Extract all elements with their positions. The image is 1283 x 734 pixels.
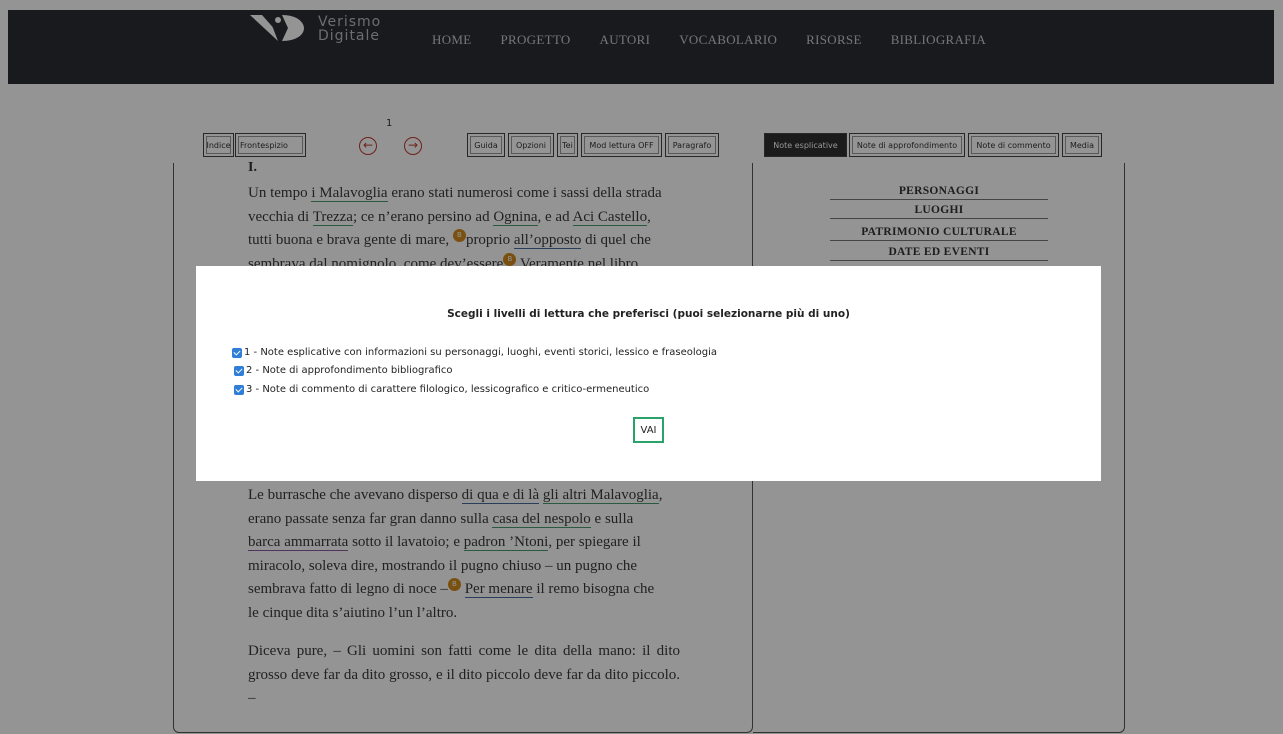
option-level-2[interactable]: 2 - Note di approfondimento bibliografic… — [234, 365, 453, 376]
vai-button[interactable]: VAI — [633, 417, 664, 443]
modal-title: Scegli i livelli di lettura che preferis… — [447, 308, 850, 320]
option-label: 2 - Note di approfondimento bibliografic… — [246, 365, 453, 376]
checkbox-checked-icon[interactable] — [234, 384, 244, 395]
option-label: 3 - Note di commento di carattere filolo… — [246, 384, 650, 395]
checkbox-checked-icon[interactable] — [232, 347, 242, 358]
checkbox-checked-icon[interactable] — [234, 365, 244, 376]
option-level-1[interactable]: 1 - Note esplicative con informazioni su… — [232, 347, 717, 358]
option-label: 1 - Note esplicative con informazioni su… — [244, 347, 718, 358]
reading-levels-modal: Scegli i livelli di lettura che preferis… — [196, 266, 1101, 481]
option-level-3[interactable]: 3 - Note di commento di carattere filolo… — [234, 384, 649, 395]
